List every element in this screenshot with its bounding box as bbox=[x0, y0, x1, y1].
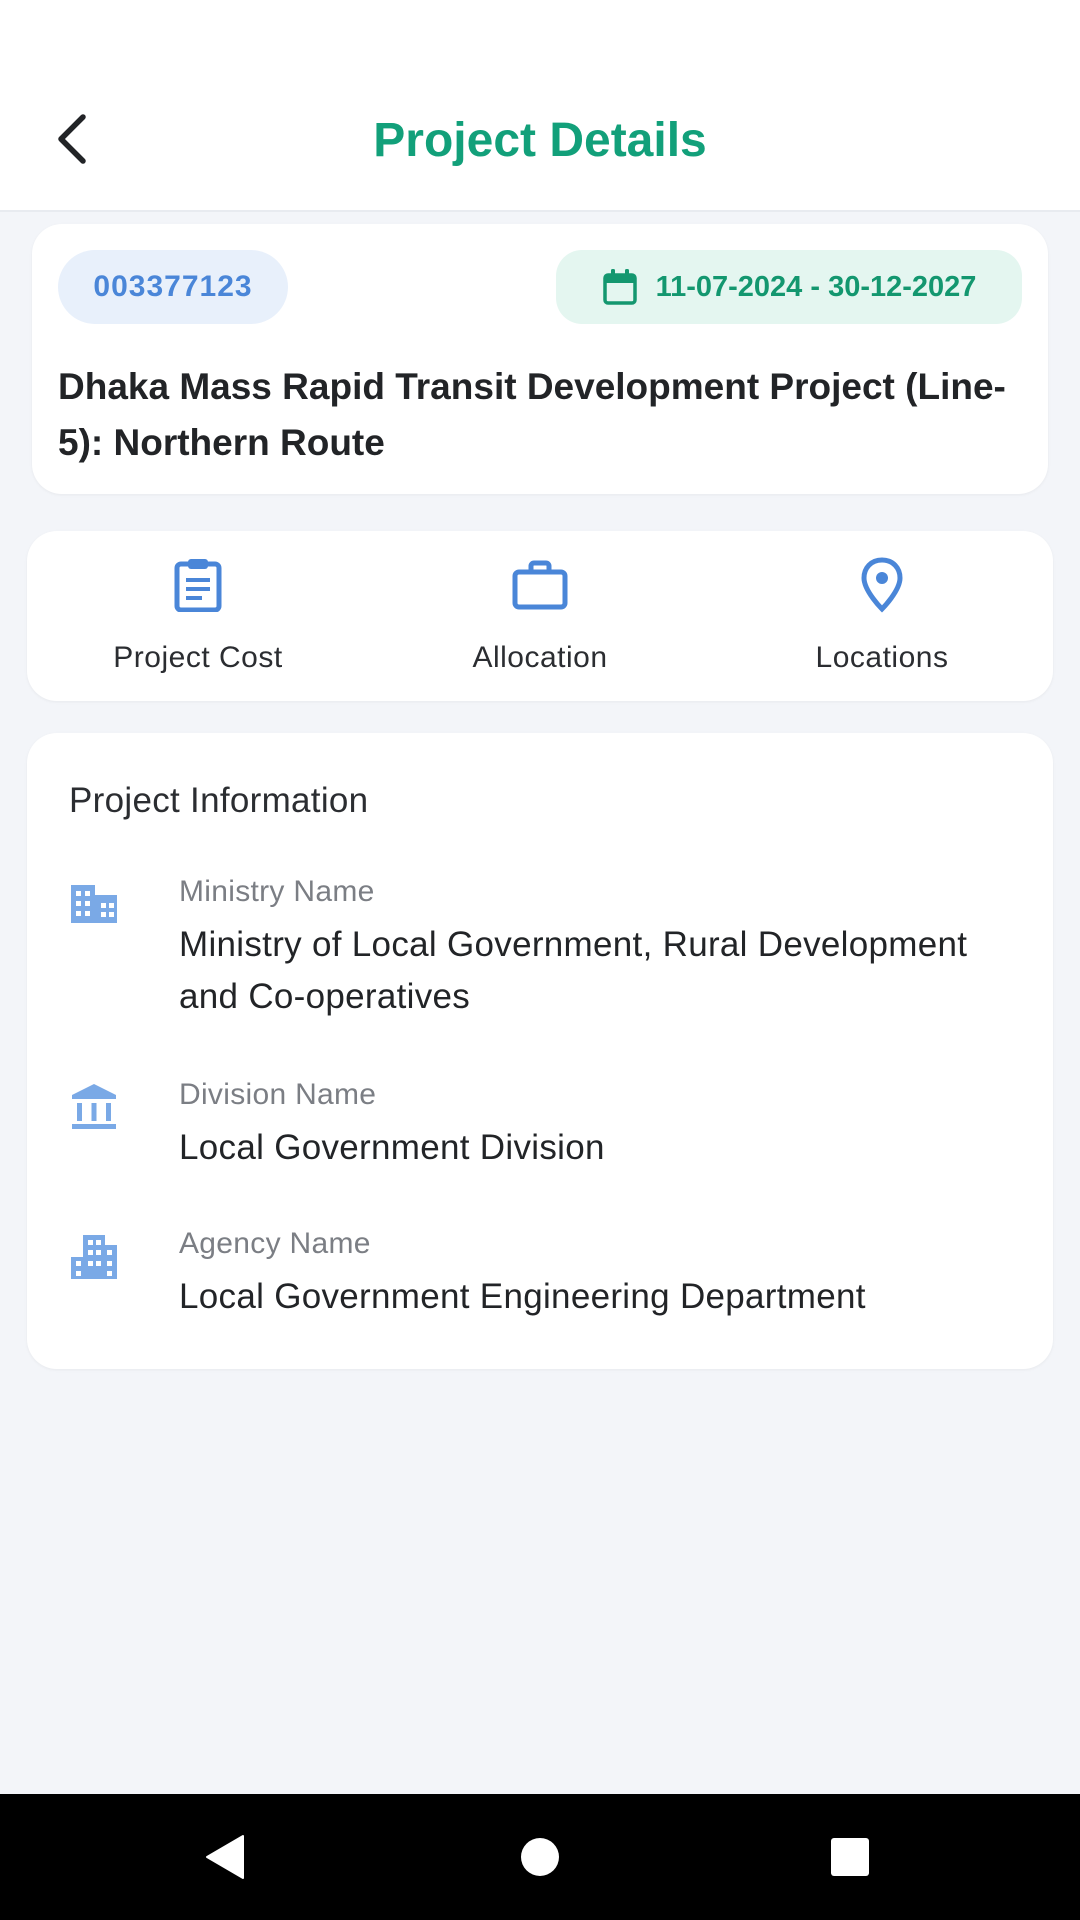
ministry-value: Ministry of Local Government, Rural Deve… bbox=[179, 925, 968, 1016]
quick-actions-card: Project Cost Allocation Locations bbox=[27, 531, 1053, 701]
project-header-card: 003377123 11-07-2024 - 30-12-2027 Dhaka … bbox=[32, 224, 1048, 494]
briefcase-icon bbox=[512, 560, 568, 610]
location-pin-icon bbox=[861, 557, 903, 613]
triangle-back-icon bbox=[206, 1835, 244, 1879]
apartment-icon bbox=[71, 1235, 117, 1279]
system-navigation-bar bbox=[0, 1794, 1080, 1920]
square-recents-icon bbox=[831, 1838, 869, 1876]
locations-label: Locations bbox=[815, 641, 949, 674]
project-cost-button[interactable]: Project Cost bbox=[27, 531, 369, 701]
agency-label: Agency Name bbox=[179, 1227, 371, 1260]
division-label: Division Name bbox=[179, 1078, 377, 1111]
calendar-icon bbox=[602, 269, 637, 305]
project-date-range-badge: 11-07-2024 - 30-12-2027 bbox=[556, 250, 1022, 324]
building-icon bbox=[71, 885, 117, 923]
status-bar bbox=[0, 0, 1080, 70]
allocation-label: Allocation bbox=[472, 641, 608, 674]
project-cost-label: Project Cost bbox=[113, 641, 283, 674]
bank-icon bbox=[72, 1084, 116, 1129]
division-value: Local Government Division bbox=[179, 1128, 605, 1167]
clipboard-icon bbox=[174, 559, 222, 612]
page-title: Project Details bbox=[373, 113, 707, 167]
allocation-button[interactable]: Allocation bbox=[369, 531, 711, 701]
project-information-card: Project Information Ministry Name Minist… bbox=[27, 733, 1053, 1369]
nav-back-button[interactable] bbox=[190, 1824, 260, 1890]
project-title: Dhaka Mass Rapid Transit Development Pro… bbox=[58, 366, 1006, 463]
circle-home-icon bbox=[521, 1838, 559, 1876]
project-id-badge: 003377123 bbox=[58, 250, 288, 324]
ministry-label: Ministry Name bbox=[179, 875, 375, 908]
app-bar: Project Details bbox=[0, 70, 1080, 212]
agency-value: Local Government Engineering Department bbox=[179, 1277, 866, 1316]
locations-button[interactable]: Locations bbox=[711, 531, 1053, 701]
nav-home-button[interactable] bbox=[505, 1824, 575, 1890]
section-heading: Project Information bbox=[69, 781, 369, 820]
date-range-text: 11-07-2024 - 30-12-2027 bbox=[655, 270, 977, 303]
nav-recents-button[interactable] bbox=[815, 1824, 885, 1890]
